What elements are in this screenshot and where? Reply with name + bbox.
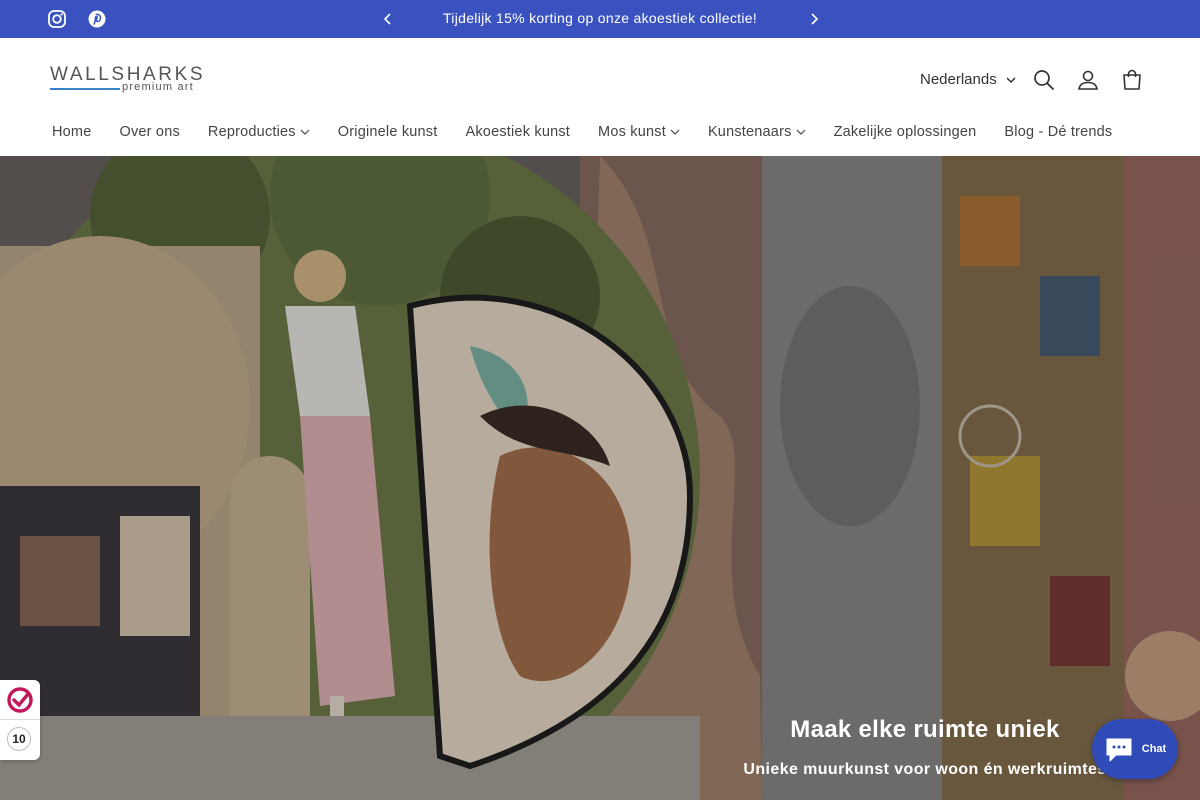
nav-item-label: Reproducties [207,124,296,140]
nav-item-akoestiek-kunst[interactable]: Akoestiek kunst [451,124,584,140]
hero-overlay [0,156,1200,800]
nav-item-label: Blog - Dé trends [1004,124,1113,140]
announcement-bar: Tijdelijk 15% korting op onze akoestiek … [0,0,1200,38]
search-icon[interactable] [1032,68,1056,92]
logo-underline [50,88,120,90]
nav-item-label: Over ons [119,124,180,140]
nav-item-blog[interactable]: Blog - Dé trends [990,124,1126,140]
chevron-down-icon [670,129,680,135]
nav-item-label: Mos kunst [598,124,666,140]
site-logo[interactable]: WALLSHARKS premium art [50,64,203,96]
nav-item-originele-kunst[interactable]: Originele kunst [324,124,452,140]
language-selector[interactable]: Nederlands [920,71,1017,88]
nav-item-label: Kunstenaars [707,124,792,140]
site-header: WALLSHARKS premium art Nederlands Home O… [0,38,1200,156]
chat-bubble-icon [1106,738,1132,762]
logo-tagline: premium art [122,81,194,93]
hero-banner: Maak elke ruimte uniek Unieke muurkunst … [0,156,1200,800]
nav-item-kunstenaars[interactable]: Kunstenaars [694,124,820,140]
chat-label: Chat [1141,743,1167,755]
nav-item-mos-kunst[interactable]: Mos kunst [584,124,694,140]
chevron-down-icon [796,129,805,135]
nav-item-home[interactable]: Home [38,124,105,140]
announcement-message[interactable]: Tijdelijk 15% korting op onze akoestiek … [0,10,1200,26]
nav-item-label: Originele kunst [337,124,438,140]
review-badge[interactable]: 10 [0,680,40,760]
hero-subtitle: Unieke muurkunst voor woon én werkruimte… [743,761,1107,778]
cart-icon[interactable] [1120,68,1144,92]
account-icon[interactable] [1076,68,1100,92]
nav-item-reproducties[interactable]: Reproducties [194,124,324,140]
nav-item-over-ons[interactable]: Over ons [105,124,193,140]
chevron-down-icon [300,129,310,135]
badge-divider [0,719,40,720]
chevron-down-icon [1006,76,1016,83]
nav-item-label: Akoestiek kunst [465,124,571,140]
chat-button[interactable]: Chat [1092,719,1178,779]
language-label: Nederlands [920,71,997,88]
nav-item-label: Home [52,124,92,140]
nav-item-label: Zakelijke oplossingen [833,124,977,140]
nav-item-zakelijke-oplossingen[interactable]: Zakelijke oplossingen [820,124,991,140]
review-score: 10 [7,727,31,751]
announcement-next-button[interactable] [806,9,822,29]
main-nav: Home Over ons Reproducties Originele kun… [38,124,1126,140]
review-logo-icon [5,685,35,715]
hero-title: Maak elke ruimte uniek [790,716,1060,743]
